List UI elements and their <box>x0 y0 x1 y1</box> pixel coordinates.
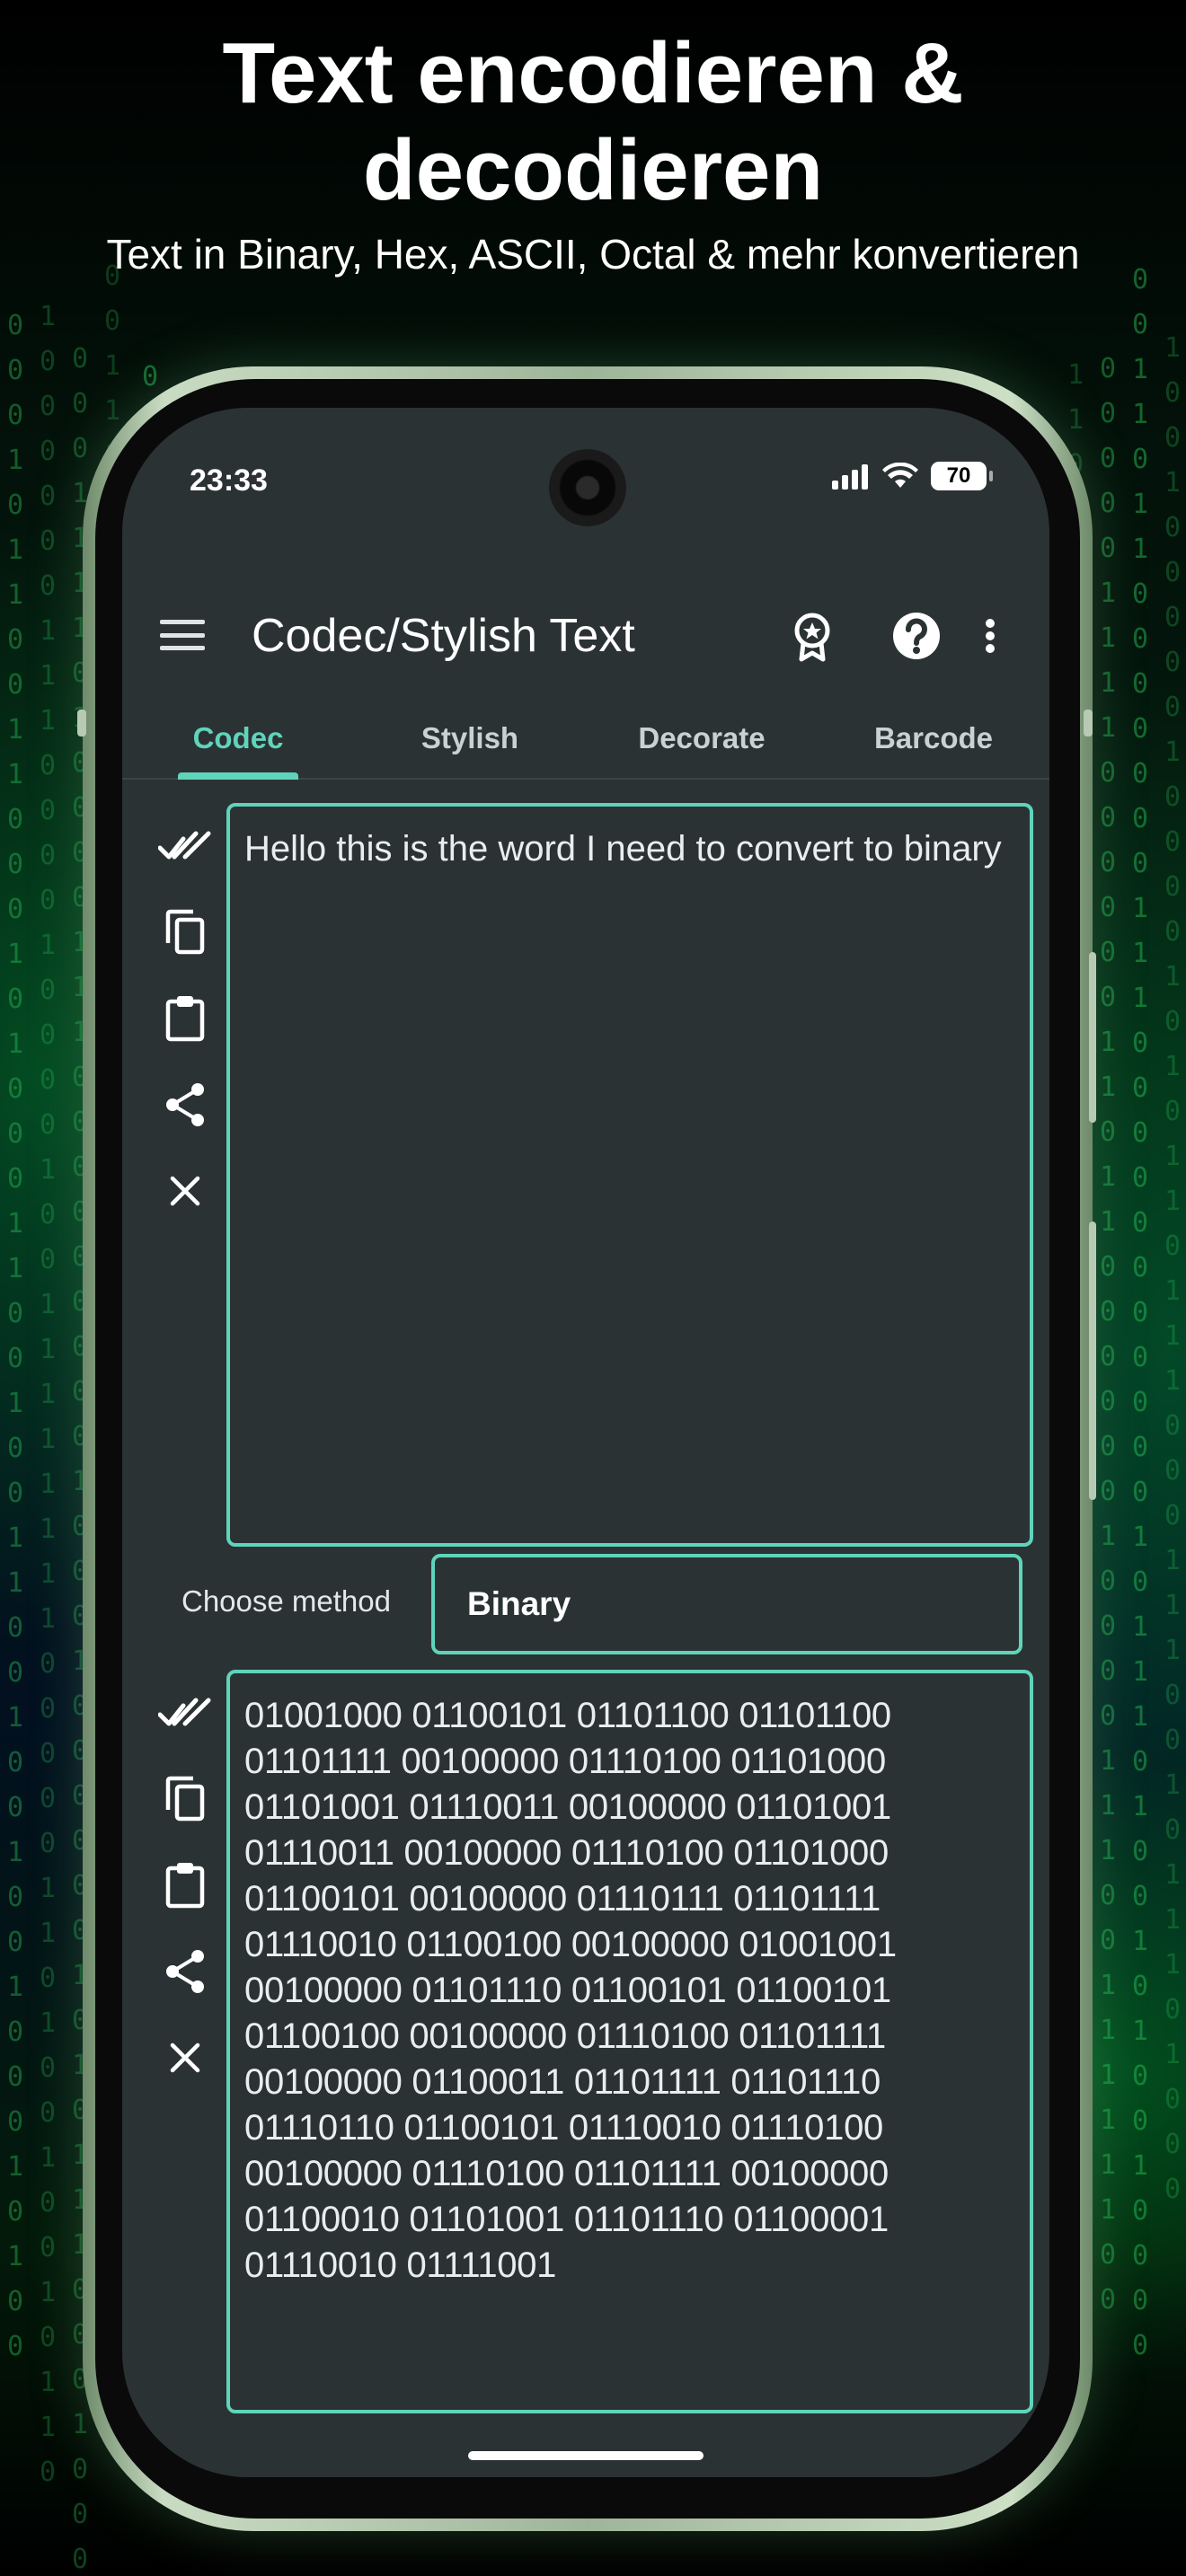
app-title: Codec/Stylish Text <box>252 610 635 662</box>
matrix-column: 0 0 0 0 0 1 1 1 1 0 0 0 0 0 0 1 1 0 1 1 … <box>1099 353 1117 2316</box>
tab-codec[interactable]: Codec <box>122 704 354 780</box>
status-time: 23:33 <box>190 463 268 498</box>
wifi-icon <box>882 463 918 488</box>
output-toolbar <box>149 1670 221 2101</box>
tab-decorate[interactable]: Decorate <box>586 704 818 778</box>
more-vert-icon[interactable] <box>970 607 1010 665</box>
copy-icon[interactable] <box>149 889 221 975</box>
phone-volume-button <box>1089 952 1096 1123</box>
choose-method-label: Choose method <box>181 1584 391 1618</box>
matrix-column: 1 0 0 1 0 0 0 0 0 1 0 0 0 0 1 0 1 0 1 1 … <box>1164 332 1182 2205</box>
paste-icon[interactable] <box>149 1842 221 1928</box>
phone-side-button <box>1084 710 1093 737</box>
menu-icon[interactable] <box>160 614 205 656</box>
phone-side-button <box>77 710 86 737</box>
tab-stylish[interactable]: Stylish <box>354 704 586 778</box>
clear-icon[interactable] <box>149 1148 221 1234</box>
copy-icon[interactable] <box>149 1756 221 1842</box>
tab-barcode[interactable]: Barcode <box>818 704 1049 778</box>
output-text-area[interactable]: 01001000 01100101 01101100 01101100 0110… <box>226 1670 1033 2413</box>
award-icon[interactable] <box>783 607 841 665</box>
help-icon[interactable] <box>888 607 945 665</box>
clear-icon[interactable] <box>149 2015 221 2101</box>
matrix-column: 0 0 0 1 0 1 1 0 0 1 1 0 0 0 1 0 1 0 0 0 … <box>6 310 24 2362</box>
share-icon[interactable] <box>149 1928 221 2015</box>
matrix-column: 1 0 0 0 0 0 0 1 1 1 0 0 0 0 1 0 0 0 0 1 … <box>39 301 57 2488</box>
promo-headline: Text encodieren & decodieren <box>222 25 964 218</box>
select-all-icon[interactable] <box>149 1670 221 1756</box>
phone-screen: 23:33 70 Codec/Stylish Text Codec Stylis… <box>122 408 1049 2477</box>
paste-icon[interactable] <box>149 975 221 1062</box>
select-all-icon[interactable] <box>149 803 221 889</box>
tab-bar: Codec Stylish Decorate Barcode <box>122 704 1049 780</box>
home-indicator <box>468 2451 704 2460</box>
camera-cutout <box>549 449 626 526</box>
status-bar: 23:33 70 <box>122 408 1049 543</box>
phone-power-button <box>1089 1222 1096 1500</box>
app-bar: Codec/Stylish Text <box>122 587 1049 686</box>
method-dropdown[interactable]: Binary <box>431 1554 1022 1654</box>
promo-subline: Text in Binary, Hex, ASCII, Octal & mehr… <box>106 231 1080 278</box>
matrix-column: 0 0 1 1 0 1 1 0 0 0 0 0 0 0 1 1 1 0 0 0 … <box>1131 264 1149 2361</box>
input-text-area[interactable]: Hello this is the word I need to convert… <box>226 803 1033 1547</box>
input-toolbar <box>149 803 221 1234</box>
share-icon[interactable] <box>149 1062 221 1148</box>
signal-icon <box>832 464 868 490</box>
battery-icon: 70 <box>931 462 993 490</box>
